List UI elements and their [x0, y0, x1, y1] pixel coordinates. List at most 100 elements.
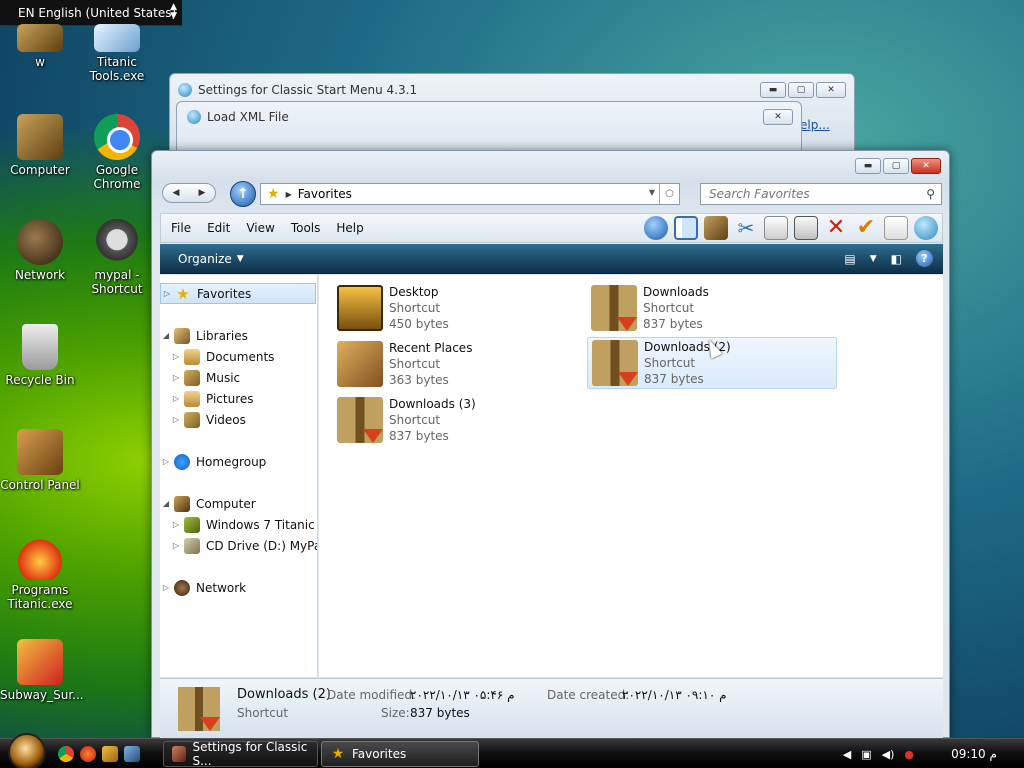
taskbar-item-settings[interactable]: Settings for Classic S...	[163, 740, 318, 768]
nav-item-drive-d[interactable]: ▷ CD Drive (D:) MyPal	[170, 535, 317, 556]
minimize-button[interactable]: ▬	[760, 82, 786, 98]
nav-item-computer[interactable]: ◢ Computer	[160, 493, 256, 514]
collapse-icon[interactable]: ◢	[160, 499, 172, 508]
desktop-icon-google-chrome[interactable]: Google Chrome	[77, 114, 157, 191]
language-bar[interactable]: EN English (United States) ▲ ▼	[0, 0, 182, 26]
search-icon[interactable]: ⚲	[926, 187, 935, 201]
views-icon[interactable]	[704, 216, 728, 240]
load-xml-dialog[interactable]: Load XML File ✕	[176, 101, 802, 157]
checkmark-icon[interactable]: ✔	[854, 216, 878, 240]
menu-view[interactable]: View	[246, 221, 274, 235]
expand-icon[interactable]: ▷	[170, 352, 182, 361]
shell-icon[interactable]	[914, 216, 938, 240]
panes-icon[interactable]	[674, 216, 698, 240]
properties-icon[interactable]	[884, 216, 908, 240]
refresh-icon[interactable]: ○	[659, 184, 679, 204]
organize-button[interactable]: Organize	[178, 252, 232, 266]
network-tray-icon[interactable]: ▣	[861, 748, 871, 761]
chevron-left-icon[interactable]: ◀	[843, 748, 851, 761]
chevron-down-icon[interactable]: ▼	[870, 254, 877, 264]
menu-file[interactable]: File	[171, 221, 191, 235]
chevron-right-icon[interactable]: ▶	[286, 190, 292, 199]
back-icon[interactable]: ◀	[173, 188, 180, 198]
expand-icon[interactable]: ▷	[161, 289, 173, 298]
desktop-icon-subway-surfers[interactable]: Subway_Sur...	[0, 639, 84, 702]
file-item-downloads[interactable]: Downloads Shortcut 837 bytes	[587, 283, 837, 335]
explorer-window[interactable]: ▬ ▢ ✕ ◀ ▶ ↑ ★ ▶ Favorites ▼ ○ ⚲ File Edi…	[151, 150, 950, 738]
expand-icon[interactable]: ▷	[170, 394, 182, 403]
up-button[interactable]: ↑	[230, 181, 256, 207]
desktop-icon-recycle-bin[interactable]: Recycle Bin	[0, 324, 80, 387]
chevron-down-icon[interactable]: ▼	[237, 254, 244, 264]
maximize-button[interactable]: ▢	[883, 158, 909, 174]
security-icon[interactable]: ●	[904, 748, 914, 761]
chrome-icon[interactable]	[58, 746, 74, 762]
file-item-recent-places[interactable]: Recent Places Shortcut 363 bytes	[333, 339, 583, 391]
close-button[interactable]: ✕	[816, 82, 846, 98]
nav-item-pictures[interactable]: ▷ Pictures	[170, 388, 254, 409]
minimize-button[interactable]: ▬	[855, 158, 881, 174]
nav-item-music[interactable]: ▷ Music	[170, 367, 240, 388]
collapse-icon[interactable]: ◢	[160, 331, 172, 340]
browser-icon[interactable]	[80, 746, 96, 762]
chrome-icon	[94, 114, 140, 160]
nav-item-homegroup[interactable]: ▷ Homegroup	[160, 451, 266, 472]
network-icon	[17, 219, 63, 265]
close-button[interactable]: ✕	[911, 158, 941, 174]
back-forward-buttons[interactable]: ◀ ▶	[162, 183, 216, 203]
details-modified-label: Date modified:	[327, 688, 417, 702]
desktop-icon-programs-titanic[interactable]: Programs Titanic.exe	[0, 534, 80, 611]
help-icon[interactable]: ?	[916, 250, 933, 267]
paste-icon[interactable]	[794, 216, 818, 240]
nav-item-libraries[interactable]: ◢ Libraries	[160, 325, 248, 346]
nav-item-favorites[interactable]: ▷ ★ Favorites	[160, 283, 316, 304]
expand-icon[interactable]: ▷	[170, 520, 182, 529]
nav-item-network[interactable]: ▷ Network	[160, 577, 246, 598]
nav-item-videos[interactable]: ▷ Videos	[170, 409, 246, 430]
up-arrow-icon[interactable]	[644, 216, 668, 240]
cut-icon[interactable]: ✂	[734, 216, 758, 240]
desktop-icon-label: Computer	[10, 163, 70, 177]
start-button[interactable]	[8, 733, 46, 768]
control-panel-icon	[17, 429, 63, 475]
language-menu-arrow-icon[interactable]: ▲ ▼	[170, 3, 177, 21]
folder-icon[interactable]	[102, 746, 118, 762]
menu-tools[interactable]: Tools	[291, 221, 321, 235]
expand-icon[interactable]: ▷	[170, 373, 182, 382]
search-input[interactable]	[709, 187, 909, 201]
expand-icon[interactable]: ▷	[170, 541, 182, 550]
file-item-desktop[interactable]: Desktop Shortcut 450 bytes	[333, 283, 583, 335]
desktop-icon-mypal[interactable]: mypal - Shortcut	[77, 219, 157, 296]
nav-item-drive-c[interactable]: ▷ Windows 7 Titanic E	[170, 514, 317, 535]
details-size-value: 837 bytes	[410, 706, 470, 720]
maximize-button[interactable]: ▢	[788, 82, 814, 98]
close-button[interactable]: ✕	[763, 109, 793, 125]
clock[interactable]: 09:10 م	[924, 747, 1024, 761]
address-bar[interactable]: ★ ▶ Favorites ▼ ○	[260, 183, 680, 205]
nav-item-label: Computer	[196, 496, 256, 511]
copy-icon[interactable]	[764, 216, 788, 240]
expand-icon[interactable]: ▷	[160, 583, 172, 592]
menu-edit[interactable]: Edit	[207, 221, 230, 235]
help-link[interactable]: elp...	[800, 118, 830, 132]
volume-icon[interactable]: ◀)	[882, 748, 895, 761]
nav-item-documents[interactable]: ▷ Documents	[170, 346, 274, 367]
menu-help[interactable]: Help	[336, 221, 363, 235]
taskbar-item-favorites[interactable]: ★ Favorites	[321, 741, 479, 767]
expand-icon[interactable]: ▷	[170, 415, 182, 424]
expand-icon[interactable]: ▷	[160, 457, 172, 466]
file-item-downloads-3[interactable]: Downloads (3) Shortcut 837 bytes	[333, 395, 583, 447]
file-type: Shortcut	[389, 413, 441, 427]
desktop-icon-w[interactable]: w	[0, 24, 80, 69]
search-box[interactable]: ⚲	[700, 183, 942, 205]
chevron-down-icon[interactable]: ▼	[649, 188, 655, 197]
desktop-icon[interactable]	[124, 746, 140, 762]
desktop-icon-control-panel[interactable]: Control Panel	[0, 429, 80, 492]
view-options-icon[interactable]: ▤	[844, 252, 855, 266]
forward-icon[interactable]: ▶	[199, 188, 206, 198]
desktop-icon-titanic-tools[interactable]: Titanic Tools.exe	[77, 24, 157, 83]
desktop-icon-computer[interactable]: Computer	[0, 114, 80, 177]
preview-pane-icon[interactable]: ◧	[891, 252, 902, 266]
delete-icon[interactable]: ✕	[824, 216, 848, 240]
desktop-icon-network[interactable]: Network	[0, 219, 80, 282]
